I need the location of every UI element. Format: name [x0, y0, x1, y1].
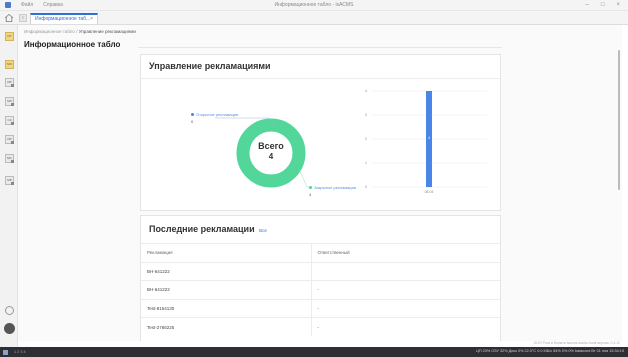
breadcrumb-root[interactable]: Информационное табло	[24, 29, 75, 34]
legend-dot-open	[191, 113, 194, 117]
table-row[interactable]: ВН-641222 -	[141, 280, 500, 299]
bar-chart: 0 1 2 3 4 4 08.04	[359, 83, 494, 203]
virtual-desktops[interactable]: 1 2 3 4	[14, 350, 26, 354]
left-sidebar: ИТ МО ИР МЛ СК ИР МС МР	[0, 25, 18, 347]
col-header-complaint[interactable]: Рекламация	[141, 243, 312, 262]
cell-responsible	[311, 261, 500, 281]
settings-icon[interactable]	[5, 306, 14, 315]
recent-title-text: Последние рекламации	[149, 224, 255, 234]
tab-nav-icon[interactable]: ‹	[19, 14, 27, 22]
legend-open-label: Открытые рекламации	[196, 112, 239, 117]
cell-complaint[interactable]: ВН-641222	[141, 261, 312, 281]
menu-help[interactable]: Справка	[43, 2, 63, 8]
complaints-title: Управление рекламациями	[149, 61, 271, 71]
recent-complaints-card: Последние рекламации Все Рекламация Отве…	[140, 215, 501, 341]
user-avatar-icon[interactable]	[4, 323, 15, 334]
card-divider	[141, 78, 500, 79]
window-title: Информационное табло - isACMS	[274, 2, 354, 8]
sidebar-item-label: МО	[7, 62, 12, 66]
start-menu-icon[interactable]	[3, 349, 8, 355]
tab-dashboard[interactable]: Информационное таб... ×	[30, 13, 98, 24]
recent-table: Рекламация Ответственный ВН-641222 ВН-64…	[141, 243, 500, 336]
breadcrumb: Информационное табло / Управление реклам…	[24, 29, 136, 34]
table-row[interactable]: Test-2766225 -	[141, 317, 500, 336]
donut-chart: Открытые рекламации 0 Закрытые рекламаци…	[181, 89, 356, 199]
app-icon	[5, 2, 11, 8]
x-tick-label: 08.04	[425, 190, 434, 194]
scrollbar[interactable]	[618, 50, 620, 190]
title-bar: Файл Справка Информационное табло - isAC…	[0, 0, 628, 11]
bar-chart-svg: 0 1 2 3 4 4 08.04	[365, 89, 487, 194]
all-complaints-link[interactable]: Все	[259, 228, 267, 233]
legend-open-value: 0	[191, 119, 194, 124]
legend-closed-label: Закрытые рекламации	[314, 185, 357, 190]
y-tick-label: 0	[365, 185, 367, 189]
table-header-row: Рекламация Ответственный	[141, 243, 500, 262]
bar-data-label: 4	[428, 136, 430, 140]
cell-complaint[interactable]: Test-2766225	[141, 317, 312, 336]
table-row[interactable]: ВН-641222	[141, 261, 500, 281]
cell-responsible: -	[311, 317, 500, 336]
minimize-icon[interactable]: –	[586, 2, 589, 8]
sidebar-item-7[interactable]: МС	[5, 154, 14, 163]
donut-center: Всего 4	[241, 141, 301, 161]
breadcrumb-current: Управление рекламациями	[78, 29, 136, 34]
complaints-card: Управление рекламациями Открытые реклама…	[140, 54, 501, 211]
cell-responsible: -	[311, 280, 500, 299]
close-window-icon[interactable]: ×	[616, 2, 620, 8]
tab-bar: ‹ Информационное таб... ×	[0, 11, 628, 25]
home-icon[interactable]	[4, 13, 14, 23]
legend-dot-closed	[309, 186, 312, 190]
tab-close-icon[interactable]: ×	[90, 16, 93, 22]
recent-title: Последние рекламации Все	[149, 224, 267, 234]
legend-closed-value: 4	[309, 192, 312, 197]
col-header-responsible[interactable]: Ответственный	[311, 243, 500, 262]
y-tick-label: 3	[365, 113, 367, 117]
sidebar-item-label: ИТ	[7, 34, 12, 38]
sidebar-item-4[interactable]: МЛ	[5, 97, 14, 106]
main-content: Информационное табло / Управление реклам…	[18, 25, 622, 341]
legend-open: Открытые рекламации 0	[191, 112, 238, 124]
divider	[138, 47, 502, 48]
y-tick-label: 1	[365, 161, 367, 165]
y-tick-label: 4	[365, 89, 367, 93]
menu-file[interactable]: Файл	[21, 2, 33, 8]
os-taskbar: 1 2 3 4 ЦП 23% ОЗУ 32% Диск 0% 22.0°C 0.…	[0, 347, 628, 357]
system-tray-status: ЦП 23% ОЗУ 32% Диск 0% 22.0°C 0.0 МБ/с 8…	[476, 349, 624, 353]
maximize-icon[interactable]: □	[601, 2, 605, 8]
cell-complaint[interactable]: ВН-641222	[141, 280, 312, 299]
menu-bar: Файл Справка	[0, 2, 63, 8]
sidebar-item-6[interactable]: ИР	[5, 135, 14, 144]
sidebar-item-3[interactable]: ИР	[5, 78, 14, 87]
cell-complaint[interactable]: Test-8154130	[141, 298, 312, 318]
cell-responsible: -	[311, 298, 500, 318]
table-row[interactable]: Test-8154130 -	[141, 298, 500, 318]
closed-leader-line	[298, 168, 309, 188]
sidebar-item-5[interactable]: СК	[5, 116, 14, 125]
sidebar-item-1[interactable]: ИТ	[5, 32, 14, 41]
sidebar-item-2[interactable]: МО	[5, 60, 14, 69]
breadcrumb-sep: /	[76, 29, 78, 34]
legend-closed: Закрытые рекламации 4	[309, 185, 356, 197]
donut-total-label: Всего	[258, 141, 284, 151]
sidebar-item-8[interactable]: МР	[5, 176, 14, 185]
tab-label: Информационное таб...	[35, 16, 91, 22]
y-tick-label: 2	[365, 137, 367, 141]
window-controls: – □ ×	[586, 2, 620, 8]
donut-total-value: 4	[268, 152, 274, 161]
page-title: Информационное табло	[24, 40, 121, 49]
